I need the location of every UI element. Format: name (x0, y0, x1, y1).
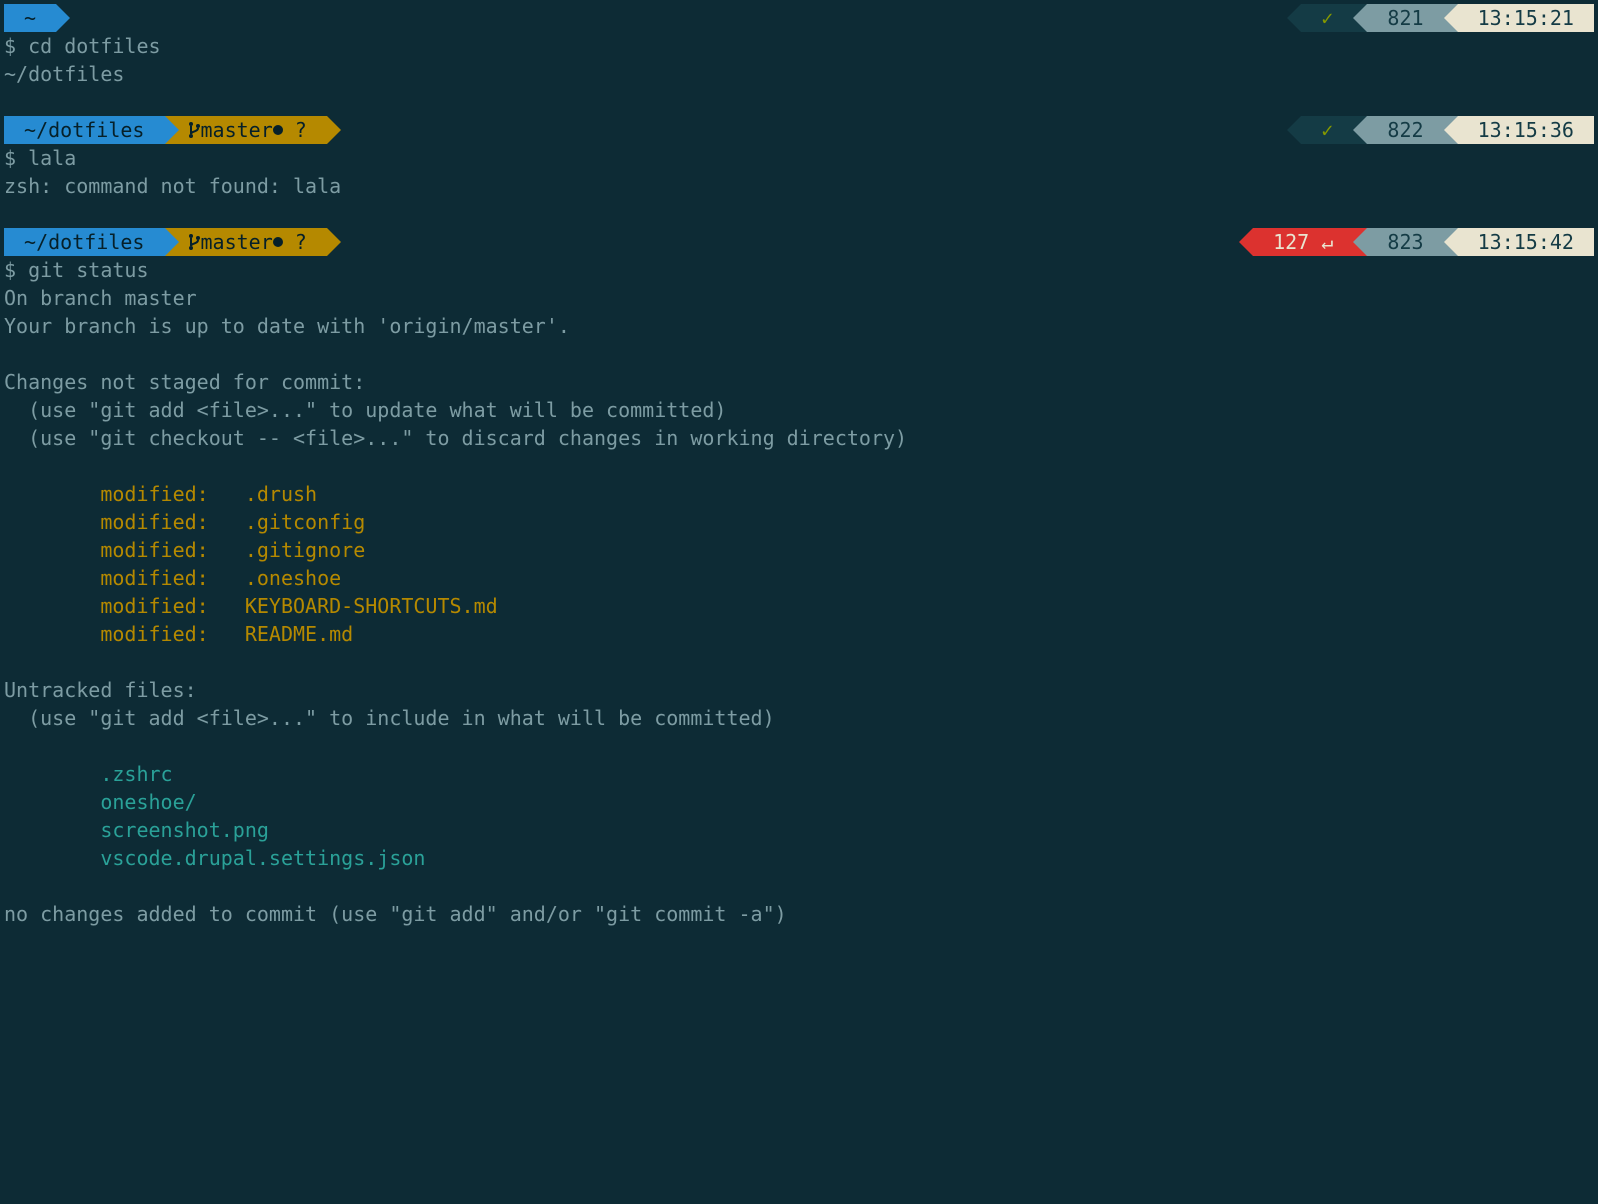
output-line: modified: .gitconfig (4, 508, 1594, 536)
output-line: .zshrc (4, 760, 1594, 788)
output-line: screenshot.png (4, 816, 1594, 844)
prompt-left: ~/dotfiles master ? (4, 116, 341, 144)
git-branch-icon (187, 228, 201, 256)
output-line: ~/dotfiles (4, 60, 1594, 88)
exit-code: 127 (1261, 228, 1321, 256)
git-untracked-flag: ? (283, 228, 319, 256)
time-segment: 13:15:21 (1458, 4, 1594, 32)
prompt-symbol: $ (4, 258, 28, 282)
output-line: modified: .gitignore (4, 536, 1594, 564)
git-branch: master (201, 228, 273, 256)
output-line: Untracked files: (4, 676, 1594, 704)
output-line: (use "git checkout -- <file>..." to disc… (4, 424, 1594, 452)
command-block: ~/dotfiles master ? ✓ 822 13:15:36 $ lal… (4, 116, 1594, 200)
output-line: (use "git add <file>..." to update what … (4, 396, 1594, 424)
output-line: modified: README.md (4, 620, 1594, 648)
return-icon: ↵ (1321, 228, 1345, 256)
command-line[interactable]: $ cd dotfiles (4, 32, 1594, 60)
git-segment: master ? (179, 116, 327, 144)
output-line (4, 340, 1594, 368)
history-number: 823 (1375, 228, 1435, 256)
path-segment: ~/dotfiles (4, 228, 165, 256)
prompt-right: 127 ↵ 823 13:15:42 (1239, 228, 1594, 256)
output-line: oneshoe/ (4, 788, 1594, 816)
git-dirty-icon (273, 125, 283, 135)
output-line (4, 452, 1594, 480)
command-text: lala (28, 146, 76, 170)
output-line: no changes added to commit (use "git add… (4, 900, 1594, 928)
prompt-symbol: $ (4, 146, 28, 170)
git-untracked-flag: ? (283, 116, 319, 144)
git-branch: master (201, 116, 273, 144)
prompt-row: ~/dotfiles master ? 127 ↵ 823 13:15:42 (4, 228, 1594, 256)
output-line: zsh: command not found: lala (4, 172, 1594, 200)
prompt-row: ~/dotfiles master ? ✓ 822 13:15:36 (4, 116, 1594, 144)
check-icon: ✓ (1309, 4, 1345, 32)
command-text: git status (28, 258, 148, 282)
output-line: modified: .oneshoe (4, 564, 1594, 592)
prompt-right: ✓ 822 13:15:36 (1287, 116, 1594, 144)
cwd: ~/dotfiles (12, 116, 157, 144)
prompt-left: ~ (4, 4, 70, 32)
output-line: vscode.drupal.settings.json (4, 844, 1594, 872)
cwd: ~ (12, 4, 48, 32)
output-line: Changes not staged for commit: (4, 368, 1594, 396)
history-segment: 821 (1367, 4, 1443, 32)
timestamp: 13:15:36 (1466, 116, 1586, 144)
check-icon: ✓ (1309, 116, 1345, 144)
output-line: modified: .drush (4, 480, 1594, 508)
path-segment: ~/dotfiles (4, 116, 165, 144)
history-number: 822 (1375, 116, 1435, 144)
output-line (4, 872, 1594, 900)
git-segment: master ? (179, 228, 327, 256)
history-segment: 823 (1367, 228, 1443, 256)
history-number: 821 (1375, 4, 1435, 32)
output-line (4, 648, 1594, 676)
terminal[interactable]: ~ ✓ 821 13:15:21 $ cd dotfiles~/dotfiles… (4, 4, 1594, 928)
command-block: ~ ✓ 821 13:15:21 $ cd dotfiles~/dotfiles (4, 4, 1594, 88)
prompt-right: ✓ 821 13:15:21 (1287, 4, 1594, 32)
prompt-row: ~ ✓ 821 13:15:21 (4, 4, 1594, 32)
exit-code-segment: 127 ↵ (1253, 228, 1353, 256)
timestamp: 13:15:21 (1466, 4, 1586, 32)
timestamp: 13:15:42 (1466, 228, 1586, 256)
time-segment: 13:15:42 (1458, 228, 1594, 256)
cwd: ~/dotfiles (12, 228, 157, 256)
output-line (4, 732, 1594, 760)
command-line[interactable]: $ git status (4, 256, 1594, 284)
output-line: Your branch is up to date with 'origin/m… (4, 312, 1594, 340)
status-ok-segment: ✓ (1301, 116, 1353, 144)
prompt-left: ~/dotfiles master ? (4, 228, 341, 256)
git-branch-icon (187, 116, 201, 144)
command-block: ~/dotfiles master ? 127 ↵ 823 13:15:42 $… (4, 228, 1594, 928)
prompt-symbol: $ (4, 34, 28, 58)
time-segment: 13:15:36 (1458, 116, 1594, 144)
command-text: cd dotfiles (28, 34, 160, 58)
output-line: (use "git add <file>..." to include in w… (4, 704, 1594, 732)
history-segment: 822 (1367, 116, 1443, 144)
output-line: On branch master (4, 284, 1594, 312)
path-segment: ~ (4, 4, 56, 32)
git-dirty-icon (273, 237, 283, 247)
command-line[interactable]: $ lala (4, 144, 1594, 172)
output-line: modified: KEYBOARD-SHORTCUTS.md (4, 592, 1594, 620)
status-ok-segment: ✓ (1301, 4, 1353, 32)
